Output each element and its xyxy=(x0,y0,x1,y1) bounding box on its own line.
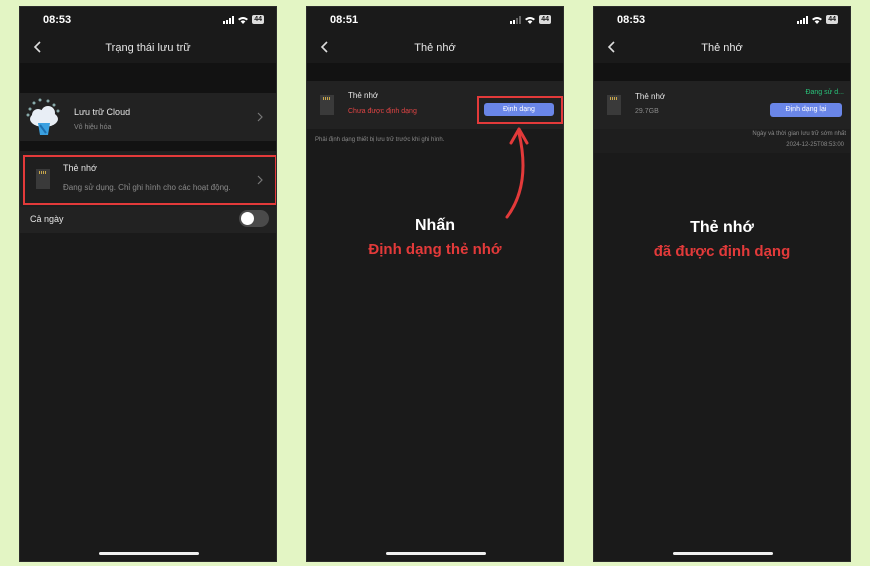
home-indicator xyxy=(99,552,199,555)
battery-icon: 44 xyxy=(826,15,838,24)
divider xyxy=(307,63,563,81)
cloud-storage-label: Lưu trữ Cloud xyxy=(74,107,131,117)
divider xyxy=(20,141,276,151)
sd-card-status: Chưa được định dạng xyxy=(348,108,417,115)
reformat-button[interactable]: Định dạng lại xyxy=(770,103,842,117)
caption-press: Nhấn xyxy=(415,217,455,234)
status-bar: 08:53 44 xyxy=(20,7,276,33)
phone-screen-storage-status: 08:53 44 Trạng thái lưu trữ Lưu trữ Clou… xyxy=(19,6,277,562)
home-indicator xyxy=(673,552,773,555)
earliest-record-value: 2024-12-25T08:53:00 xyxy=(786,142,844,148)
cloud-storage-row[interactable]: Lưu trữ Cloud Vô hiệu hóa xyxy=(20,93,276,141)
sd-card-size: 29.7GB xyxy=(635,108,659,115)
status-time: 08:53 xyxy=(617,14,646,26)
sd-card-icon xyxy=(320,95,334,115)
caption-action: Định dạng thẻ nhớ xyxy=(368,241,502,258)
earliest-record-label: Ngày và thời gian lưu trữ sớm nhất xyxy=(752,131,846,137)
signal-icon xyxy=(797,15,809,24)
status-bar: 08:51 44 xyxy=(307,7,563,33)
home-indicator xyxy=(386,552,486,555)
page-title: Thẻ nhớ xyxy=(701,42,743,54)
nav-bar: Thẻ nhớ xyxy=(307,33,563,63)
status-time: 08:53 xyxy=(43,14,72,26)
earliest-record-row: Ngày và thời gian lưu trữ sớm nhất 2024-… xyxy=(594,129,850,153)
page-title: Trạng thái lưu trữ xyxy=(105,42,191,54)
battery-icon: 44 xyxy=(252,15,264,24)
highlight-box xyxy=(477,96,563,124)
sd-card-label: Thẻ nhớ xyxy=(635,92,666,101)
all-day-label: Cả ngày xyxy=(30,214,64,224)
highlight-box xyxy=(23,155,276,205)
all-day-row: Cả ngày xyxy=(20,207,276,233)
cloud-storage-status: Vô hiệu hóa xyxy=(74,124,112,131)
sd-card-status: Đang sử d... xyxy=(805,89,844,96)
signal-icon xyxy=(510,15,522,24)
wifi-icon xyxy=(812,16,823,24)
caption-sd-card: Thẻ nhớ xyxy=(690,219,754,236)
status-bar: 08:53 44 xyxy=(594,7,850,33)
sd-card-label: Thẻ nhớ xyxy=(348,91,379,100)
page-title: Thẻ nhớ xyxy=(414,42,456,54)
arrow-up-icon xyxy=(505,127,529,219)
divider xyxy=(20,63,276,93)
phone-screen-sd-card-unformatted: 08:51 44 Thẻ nhớ Thẻ nhớ Chưa được định … xyxy=(306,6,564,562)
caption-formatted: đã được định dạng xyxy=(653,243,791,260)
nav-bar: Trạng thái lưu trữ xyxy=(20,33,276,63)
signal-icon xyxy=(223,15,235,24)
all-day-toggle[interactable] xyxy=(239,210,269,227)
wifi-icon xyxy=(238,16,249,24)
battery-icon: 44 xyxy=(539,15,551,24)
cloud-storage-icon xyxy=(26,98,60,135)
chevron-right-icon xyxy=(257,112,263,122)
wifi-icon xyxy=(525,16,536,24)
format-note: Phải định dạng thiết bị lưu trữ trước kh… xyxy=(315,137,445,143)
nav-bar: Thẻ nhớ xyxy=(594,33,850,63)
phone-screen-sd-card-formatted: 08:53 44 Thẻ nhớ Thẻ nhớ 29.7GB Đang sử … xyxy=(593,6,851,562)
sd-card-icon xyxy=(607,95,621,115)
divider xyxy=(594,63,850,81)
status-time: 08:51 xyxy=(330,14,359,26)
sd-card-row: Thẻ nhớ 29.7GB Đang sử d... Định dạng lạ… xyxy=(594,81,850,129)
